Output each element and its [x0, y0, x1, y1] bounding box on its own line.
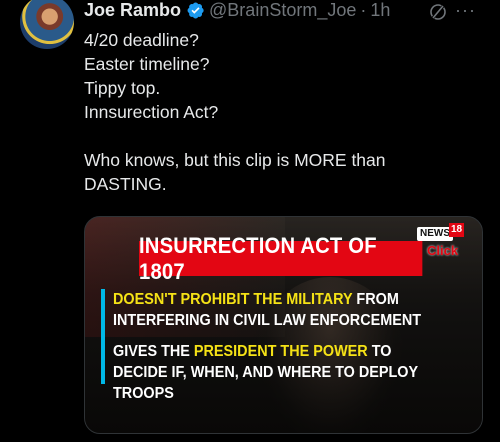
- author-handle[interactable]: @BrainStorm_Joe: [209, 0, 356, 21]
- tweet-line: Easter timeline?: [84, 54, 210, 74]
- news18-logo: NEWS 18 Click: [415, 223, 469, 265]
- logo-number: 18: [449, 223, 465, 237]
- tweet-line: Tippy top.: [84, 78, 161, 98]
- more-icon[interactable]: ···: [455, 0, 476, 21]
- tweet-line: Who knows, but this clip is MORE than: [84, 150, 386, 170]
- avatar[interactable]: [20, 0, 74, 49]
- grok-icon[interactable]: [428, 2, 448, 22]
- separator: ·: [360, 0, 367, 20]
- bullet-point: GIVES THE PRESIDENT THE POWER TO DECIDE …: [113, 341, 448, 404]
- bullet-point: DOESN'T PROHIBIT THE MILITARY FROM INTER…: [113, 289, 448, 331]
- logo-news-text: NEWS: [417, 227, 453, 241]
- video-thumbnail[interactable]: NEWS 18 Click INSURRECTION ACT OF 1807 D…: [84, 216, 483, 434]
- bullet-highlight: PRESIDENT THE POWER: [193, 343, 368, 360]
- bullet-highlight: DOESN'T PROHIBIT THE MILITARY: [113, 291, 353, 308]
- verified-badge-icon[interactable]: [186, 1, 205, 20]
- tweet-line: DASTING.: [84, 174, 167, 194]
- tweet-text: 4/20 deadline? Easter timeline? Tippy to…: [84, 28, 484, 196]
- tweet-line: 4/20 deadline?: [84, 30, 199, 50]
- bullet-text: GIVES THE: [113, 343, 194, 360]
- headline-banner: INSURRECTION ACT OF 1807: [139, 233, 423, 284]
- bullet-accent-bar: [101, 289, 105, 384]
- logo-click-text: Click: [427, 243, 459, 258]
- author-name[interactable]: Joe Rambo: [84, 0, 181, 21]
- tweet-line: Innsurection Act?: [84, 102, 219, 122]
- timestamp[interactable]: 1h: [370, 0, 390, 21]
